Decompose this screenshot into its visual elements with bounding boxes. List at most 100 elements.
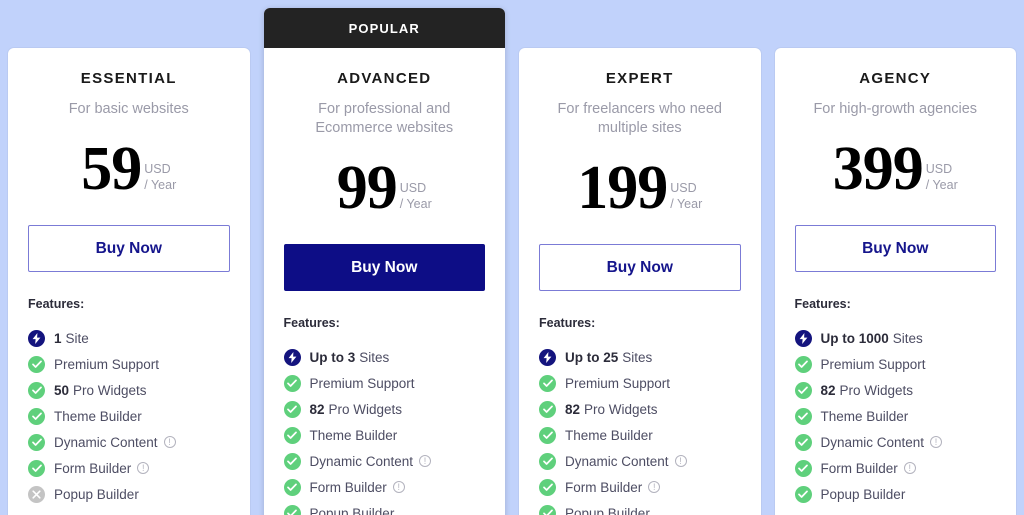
info-icon[interactable]: !: [392, 481, 405, 494]
check-icon: [283, 426, 301, 444]
bolt-icon: [283, 348, 301, 366]
price-block: 99 USD / Year: [284, 154, 486, 223]
plan-description: For high-growth agencies: [813, 101, 978, 117]
feature-label: Pro Widgets: [584, 401, 658, 417]
features-list: Up to 1000 Sites Premium Support 82 Pro Widg…: [794, 325, 997, 507]
check-icon: [539, 504, 556, 515]
feature-item: Dynamic Content!: [794, 429, 997, 455]
price-meta: USD / Year: [144, 161, 176, 193]
feature-label: Pro Widgets: [328, 401, 403, 417]
feature-item: Premium Support: [283, 370, 486, 396]
feature-label: Popup Builder: [54, 486, 139, 502]
check-icon: [28, 407, 45, 425]
feature-label: Popup Builder: [565, 505, 650, 515]
plan-description: For freelancers who need multiple sites: [557, 101, 722, 137]
features-heading: Features:: [28, 297, 85, 312]
bolt-icon: [28, 329, 45, 347]
feature-item: 82 Pro Widgets: [794, 377, 997, 403]
feature-value: Up to 1000: [820, 330, 889, 346]
features-list: Up to 25 Sites Premium Support 82 Pro Widget…: [539, 344, 741, 515]
check-icon: [794, 459, 812, 477]
feature-item: Premium Support: [794, 351, 997, 377]
check-icon: [283, 478, 301, 496]
info-icon[interactable]: !: [137, 462, 150, 475]
price-meta: USD / Year: [926, 161, 958, 193]
feature-label: Dynamic Content: [820, 434, 925, 450]
feature-item: Dynamic Content!: [28, 429, 230, 455]
feature-item: 50 Pro Widgets: [28, 377, 230, 403]
price-period: / Year: [670, 197, 703, 212]
feature-label: Dynamic Content: [565, 453, 669, 469]
feature-item: Form Builder!: [283, 474, 486, 500]
price-meta: USD / Year: [400, 180, 432, 212]
check-icon: [794, 407, 812, 425]
check-icon: [539, 374, 556, 392]
plan-body: ESSENTIAL For basic websites 59 USD / Year Bu…: [8, 48, 250, 507]
info-icon[interactable]: !: [903, 462, 916, 475]
check-icon: [283, 452, 301, 470]
price-period: / Year: [925, 178, 958, 193]
feature-label: Premium Support: [820, 356, 926, 372]
plan-description: For basic websites: [68, 101, 189, 117]
info-icon[interactable]: !: [930, 436, 943, 449]
feature-item: Theme Builder: [28, 403, 230, 429]
price-period: / Year: [399, 197, 432, 212]
check-icon: [794, 485, 812, 503]
plan-name: AGENCY: [859, 70, 932, 87]
feature-label: Form Builder: [54, 460, 132, 476]
price-block: 59 USD / Year: [28, 138, 230, 203]
check-icon: [28, 459, 45, 477]
plan-body: ADVANCED For professional and Ecommerce w…: [264, 48, 506, 515]
price-amount: 199: [577, 154, 668, 223]
check-icon: [794, 433, 812, 451]
feature-label: Popup Builder: [309, 505, 395, 515]
buy-now-button[interactable]: Buy Now: [283, 244, 485, 292]
feature-label: Premium Support: [309, 375, 415, 391]
info-icon[interactable]: !: [674, 455, 687, 468]
feature-label: Theme Builder: [54, 408, 142, 424]
feature-item: Dynamic Content!: [283, 448, 486, 474]
feature-item: 82 Pro Widgets: [283, 396, 486, 422]
feature-value: Up to 25: [565, 349, 619, 365]
feature-item: Form Builder!: [539, 474, 741, 500]
feature-item: Up to 1000 Sites: [794, 325, 997, 351]
info-icon[interactable]: !: [163, 436, 176, 449]
feature-item: Dynamic Content!: [539, 448, 741, 474]
price-currency: USD: [925, 162, 953, 177]
feature-value: Up to 3: [309, 349, 356, 365]
features-heading: Features:: [794, 297, 851, 312]
info-icon[interactable]: !: [648, 481, 661, 494]
buy-now-button[interactable]: Buy Now: [28, 225, 230, 273]
feature-item: Theme Builder: [283, 422, 486, 448]
feature-label: Premium Support: [54, 356, 160, 372]
buy-now-button[interactable]: Buy Now: [539, 244, 741, 292]
plan-name: EXPERT: [605, 70, 674, 87]
features-heading: Features:: [539, 316, 596, 331]
price-block: 399 USD / Year: [795, 138, 997, 203]
price-period: / Year: [144, 178, 177, 193]
check-icon: [539, 426, 556, 444]
feature-label: Popup Builder: [820, 486, 906, 502]
feature-label: Form Builder: [820, 460, 898, 476]
feature-label: Theme Builder: [309, 427, 398, 443]
price-amount: 99: [336, 154, 398, 223]
check-icon: [794, 381, 812, 399]
check-icon: [283, 504, 301, 515]
info-icon[interactable]: !: [419, 455, 432, 468]
feature-label: Dynamic Content: [309, 453, 414, 469]
feature-item: Form Builder!: [794, 455, 997, 481]
feature-label: Pro Widgets: [73, 382, 147, 398]
buy-now-button[interactable]: Buy Now: [794, 225, 996, 273]
feature-item: Premium Support: [28, 351, 230, 377]
check-icon: [539, 400, 556, 418]
feature-value: 82: [820, 382, 836, 398]
check-icon: [539, 478, 556, 496]
pricing-card-essential: ESSENTIAL For basic websites 59 USD / Year Bu…: [8, 48, 250, 515]
bolt-icon: [794, 329, 812, 347]
feature-item: Theme Builder: [539, 422, 741, 448]
features-list: 1 Site Premium Support 50 Pro Widgets Theme B…: [28, 325, 230, 507]
popular-badge: POPULAR: [263, 8, 505, 48]
pricing-card-advanced: POPULAR ADVANCED For professional and Ecom…: [263, 8, 506, 515]
check-icon: [794, 355, 812, 373]
feature-item: Popup Builder: [794, 481, 997, 507]
